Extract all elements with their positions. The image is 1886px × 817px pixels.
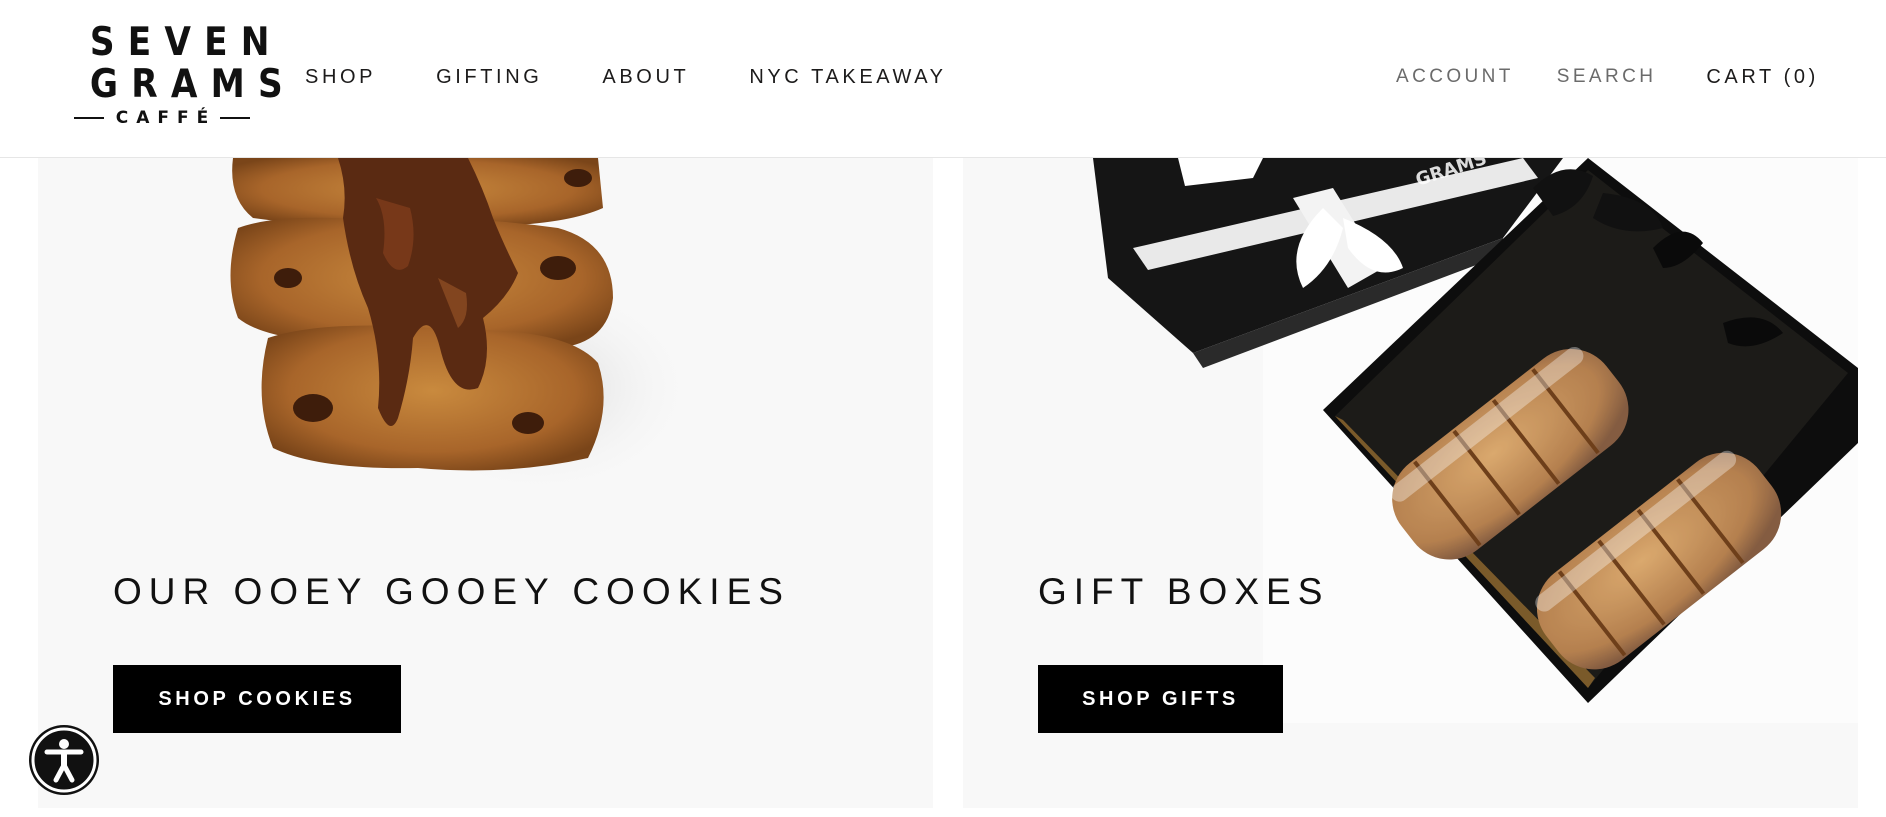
gifts-panel-title: GIFT BOXES: [1038, 571, 1330, 612]
nav-item-nyc-takeaway[interactable]: NYC TAKEAWAY: [749, 66, 946, 89]
search-link[interactable]: SEARCH: [1557, 66, 1657, 89]
shop-gifts-button[interactable]: SHOP GIFTS: [1038, 665, 1283, 733]
site-header: SEVEN GRAMS CAFFÉ SHOP GIFTING ABOUT NYC…: [0, 0, 1886, 158]
logo-rule-right: [219, 117, 250, 119]
accessibility-icon: [31, 727, 97, 793]
nav-item-gifting[interactable]: GIFTING: [436, 66, 542, 89]
nav-item-about[interactable]: ABOUT: [602, 66, 689, 89]
logo-line-1: SEVEN: [89, 20, 283, 65]
account-link[interactable]: ACCOUNT: [1396, 66, 1514, 89]
cart-link[interactable]: CART (0): [1706, 66, 1819, 89]
shop-cookies-button[interactable]: SHOP COOKIES: [113, 665, 401, 733]
gifts-promo-panel: GRAMS GIFT BOXES SHOP GIFTS: [963, 158, 1858, 808]
logo-line-2: GRAMS: [89, 62, 296, 107]
main-nav: SHOP GIFTING ABOUT NYC TAKEAWAY: [305, 66, 1007, 89]
logo-subline: CAFFÉ: [74, 108, 250, 128]
cookies-promo-panel: OUR OOEY GOOEY COOKIES SHOP COOKIES: [38, 158, 933, 808]
accessibility-button[interactable]: [29, 725, 99, 795]
header-actions: ACCOUNT SEARCH CART (0): [1396, 66, 1819, 89]
cookies-panel-title: OUR OOEY GOOEY COOKIES: [113, 571, 790, 612]
brand-logo[interactable]: SEVEN GRAMS CAFFÉ: [74, 20, 296, 134]
logo-rule-left: [74, 117, 104, 119]
logo-sub-text: CAFFÉ: [115, 108, 217, 128]
nav-item-shop[interactable]: SHOP: [305, 66, 376, 89]
